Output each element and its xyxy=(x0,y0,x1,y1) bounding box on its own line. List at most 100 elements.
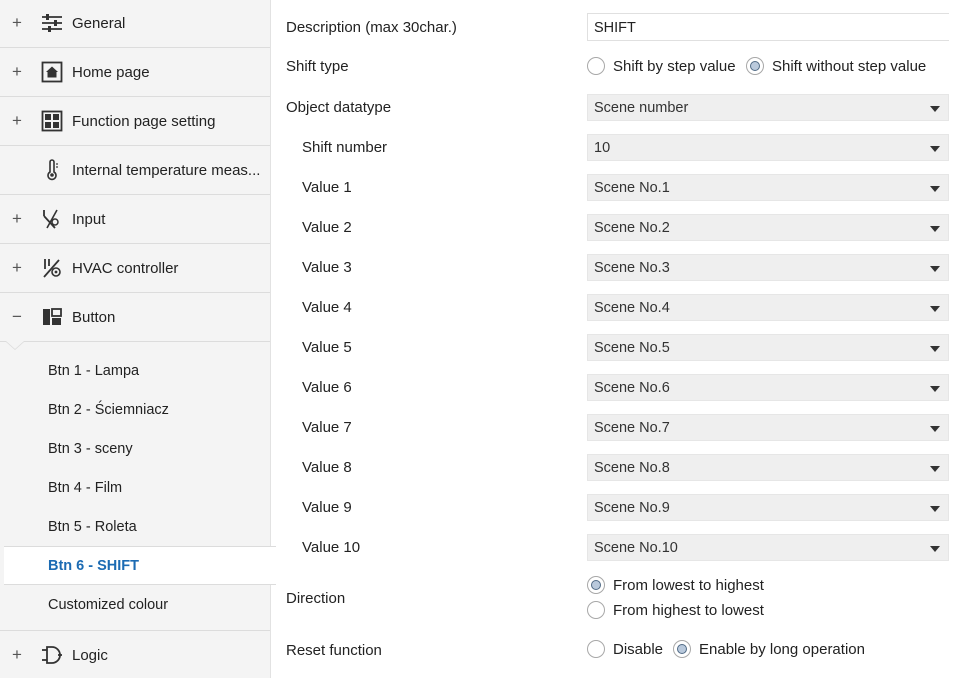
sliders-icon xyxy=(42,14,62,32)
chevron-down-icon xyxy=(930,346,940,352)
sidebar-item-label: HVAC controller xyxy=(72,260,179,277)
expand-toggle[interactable]: + xyxy=(10,259,24,277)
dropdown-value: Scene No.5 xyxy=(594,340,670,356)
chevron-down-icon xyxy=(930,306,940,312)
value-4-dropdown[interactable]: Scene No.4 xyxy=(587,294,949,321)
description-input[interactable]: SHIFT xyxy=(587,13,949,41)
chevron-down-icon xyxy=(930,106,940,112)
value-10-label: Value 10 xyxy=(302,539,361,556)
value-9-dropdown[interactable]: Scene No.9 xyxy=(587,494,949,521)
value-3-label: Value 3 xyxy=(302,259,352,276)
grid-icon xyxy=(41,110,63,132)
sidebar-item-label: Function page setting xyxy=(72,113,216,130)
logic-icon xyxy=(42,646,62,664)
sidebar-item-logic[interactable]: + Logic xyxy=(0,632,270,680)
description-label: Description (max 30char.) xyxy=(286,19,457,36)
sub-item-btn-2[interactable]: Btn 2 - Ściemniacz xyxy=(0,391,270,430)
dropdown-value: Scene No.7 xyxy=(594,420,670,436)
chevron-down-icon xyxy=(930,266,940,272)
value-1-dropdown[interactable]: Scene No.1 xyxy=(587,174,949,201)
value-3-dropdown[interactable]: Scene No.3 xyxy=(587,254,949,281)
chevron-down-icon xyxy=(930,226,940,232)
value-2-label: Value 2 xyxy=(302,219,352,236)
sidebar-item-label: Button xyxy=(72,309,116,326)
chevron-down-icon xyxy=(930,506,940,512)
value-9-label: Value 9 xyxy=(302,499,352,516)
reset-function-label: Reset function xyxy=(286,642,382,659)
sidebar-item-label: Internal temperature meas... xyxy=(72,162,261,179)
sidebar: + General + Home page + Function page se… xyxy=(0,0,276,680)
value-8-dropdown[interactable]: Scene No.8 xyxy=(587,454,949,481)
dropdown-value: 10 xyxy=(594,140,611,156)
value-5-dropdown[interactable]: Scene No.5 xyxy=(587,334,949,361)
collapse-toggle[interactable]: − xyxy=(10,308,24,326)
chevron-down-icon xyxy=(930,146,940,152)
direction-label: Direction xyxy=(286,590,346,607)
chevron-down-icon xyxy=(930,186,940,192)
shift-number-dropdown[interactable]: 10 xyxy=(587,134,949,161)
dropdown-value: Scene No.4 xyxy=(594,300,670,316)
parameter-panel: Description (max 30char.) SHIFT Shift ty… xyxy=(271,0,966,678)
radio-button-checked[interactable] xyxy=(673,640,691,658)
sub-item-btn-3[interactable]: Btn 3 - sceny xyxy=(0,430,270,469)
value-2-dropdown[interactable]: Scene No.2 xyxy=(587,214,949,241)
value-5-label: Value 5 xyxy=(302,339,352,356)
sub-item-btn-4[interactable]: Btn 4 - Film xyxy=(0,469,270,508)
sidebar-item-general[interactable]: + General xyxy=(0,0,270,48)
input-switch-icon xyxy=(43,209,59,229)
sub-item-btn-6-active[interactable]: Btn 6 - SHIFT xyxy=(4,546,276,585)
expand-toggle[interactable]: + xyxy=(10,646,24,664)
value-6-label: Value 6 xyxy=(302,379,352,396)
sidebar-item-hvac[interactable]: + HVAC controller xyxy=(0,245,270,293)
chevron-down-icon xyxy=(930,466,940,472)
sidebar-item-function-page[interactable]: + Function page setting xyxy=(0,98,270,146)
sub-item-label: Btn 3 - sceny xyxy=(48,441,133,457)
sub-item-label: Btn 2 - Ściemniacz xyxy=(48,402,169,418)
sidebar-item-input[interactable]: + Input xyxy=(0,196,270,244)
expand-toggle[interactable]: + xyxy=(10,63,24,81)
value-7-label: Value 7 xyxy=(302,419,352,436)
sub-item-label: Btn 4 - Film xyxy=(48,480,123,496)
shift-number-label: Shift number xyxy=(302,139,388,156)
sidebar-item-home-page[interactable]: + Home page xyxy=(0,49,270,97)
dropdown-value: Scene No.9 xyxy=(594,500,670,516)
radio-label: From highest to lowest xyxy=(613,602,764,619)
sub-item-label: Btn 1 - Lampa xyxy=(48,363,140,379)
radio-button-checked[interactable] xyxy=(587,576,605,594)
sidebar-item-button[interactable]: − Button xyxy=(0,294,270,342)
radio-button[interactable] xyxy=(587,601,605,619)
dropdown-value: Scene No.1 xyxy=(594,180,670,196)
chevron-down-icon xyxy=(930,386,940,392)
value-10-dropdown[interactable]: Scene No.10 xyxy=(587,534,949,561)
object-datatype-label: Object datatype xyxy=(286,99,392,116)
thermometer-icon xyxy=(47,159,58,181)
dropdown-value: Scene No.8 xyxy=(594,460,670,476)
dropdown-value: Scene No.6 xyxy=(594,380,670,396)
sub-item-btn-1[interactable]: Btn 1 - Lampa xyxy=(0,352,270,391)
radio-label: Shift by step value xyxy=(613,58,736,75)
radio-label: Enable by long operation xyxy=(699,641,865,658)
sub-item-label: Btn 6 - SHIFT xyxy=(48,558,140,574)
sidebar-item-label: General xyxy=(72,15,126,32)
object-datatype-dropdown[interactable]: Scene number xyxy=(587,94,949,121)
value-6-dropdown[interactable]: Scene No.6 xyxy=(587,374,949,401)
radio-button[interactable] xyxy=(587,57,605,75)
radio-button-checked[interactable] xyxy=(746,57,764,75)
value-7-dropdown[interactable]: Scene No.7 xyxy=(587,414,949,441)
radio-button[interactable] xyxy=(587,640,605,658)
sidebar-item-label: Input xyxy=(72,211,106,228)
sub-item-label: Customized colour xyxy=(48,597,169,613)
dropdown-value: Scene No.10 xyxy=(594,540,678,556)
expand-toggle[interactable]: + xyxy=(10,210,24,228)
expand-toggle[interactable]: + xyxy=(10,112,24,130)
expand-toggle[interactable]: + xyxy=(10,14,24,32)
sidebar-item-internal-temperature[interactable]: Internal temperature meas... xyxy=(0,147,270,195)
sub-item-customized-colour[interactable]: Customized colour xyxy=(0,586,270,631)
chevron-down-icon xyxy=(930,546,940,552)
sub-item-label: Btn 5 - Roleta xyxy=(48,519,137,535)
expanded-indicator-fill xyxy=(6,341,24,349)
hvac-icon xyxy=(43,259,61,278)
sub-item-btn-5[interactable]: Btn 5 - Roleta xyxy=(0,508,270,547)
dropdown-value: Scene No.3 xyxy=(594,260,670,276)
home-icon xyxy=(41,61,63,83)
